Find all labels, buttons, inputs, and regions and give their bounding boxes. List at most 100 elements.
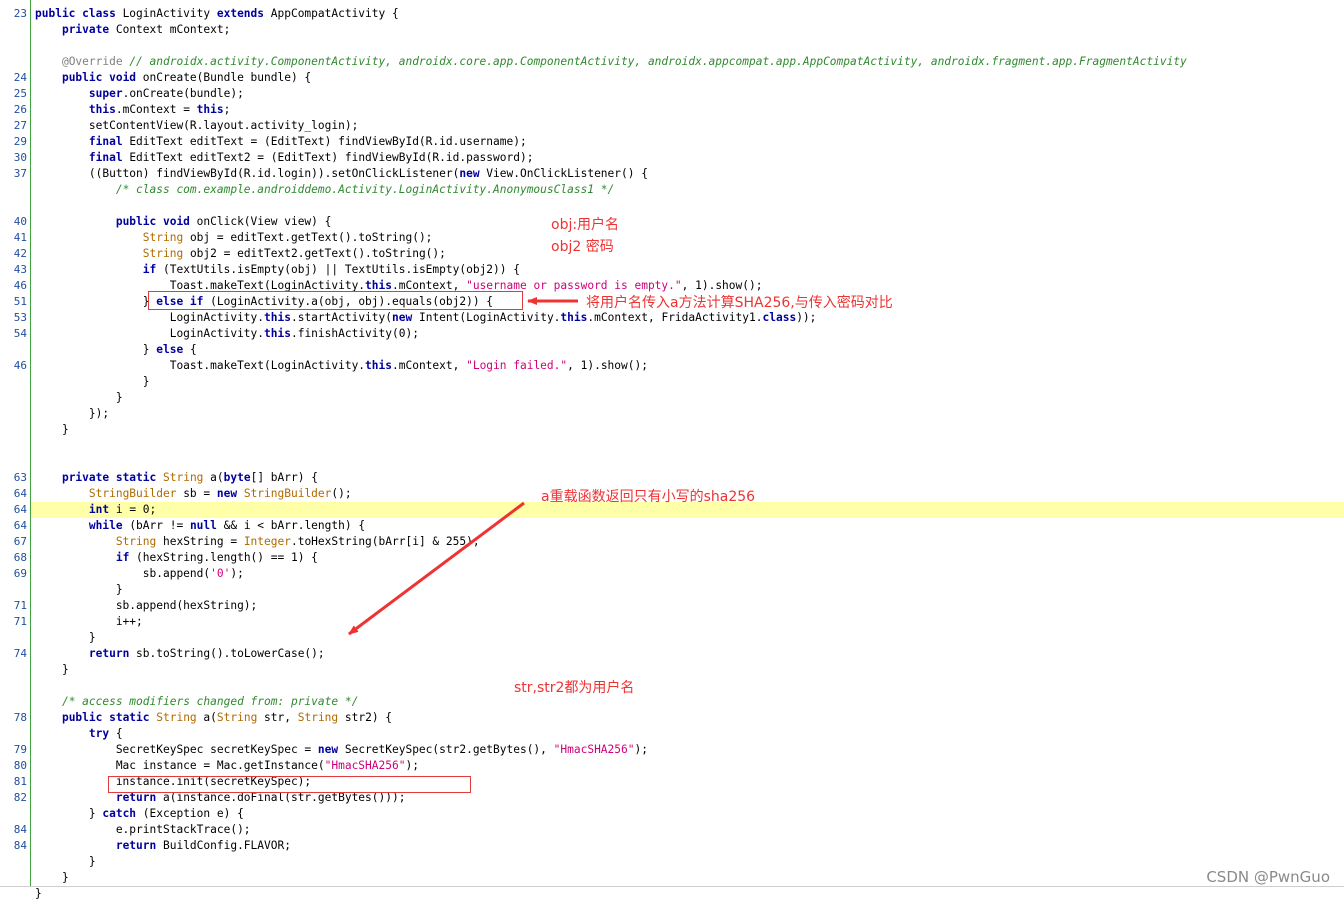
line-number: 25 bbox=[13, 87, 27, 100]
code-token: new bbox=[392, 311, 419, 324]
code-line[interactable]: } bbox=[31, 374, 1344, 390]
code-line[interactable]: 27 setContentView(R.layout.activity_logi… bbox=[14, 118, 1344, 134]
code-line[interactable]: 71 sb.append(hexString); bbox=[14, 598, 1344, 614]
code-line[interactable] bbox=[31, 438, 1344, 454]
code-token: str, bbox=[264, 711, 298, 724]
line-number: 71 bbox=[13, 615, 27, 628]
code-area[interactable]: 23 public class LoginActivity extends App… bbox=[14, 6, 1344, 902]
code-token: onCreate(Bundle bundle) { bbox=[142, 71, 312, 84]
code-text: return BuildConfig.FLAVOR; bbox=[35, 838, 291, 854]
code-token: while bbox=[88, 519, 130, 532]
code-line[interactable]: /* class com.example.androiddemo.Activit… bbox=[31, 182, 1344, 198]
code-token: else bbox=[156, 343, 190, 356]
code-text: /* class com.example.androiddemo.Activit… bbox=[35, 182, 614, 198]
code-line[interactable]: } bbox=[31, 582, 1344, 598]
code-text: String obj2 = editText2.getText().toStri… bbox=[35, 246, 446, 262]
code-line[interactable]: @Override // androidx.activity.Component… bbox=[31, 54, 1344, 70]
code-line[interactable]: 53 LoginActivity.this.startActivity(new … bbox=[14, 310, 1344, 326]
code-line[interactable] bbox=[31, 678, 1344, 694]
code-token: .startActivity( bbox=[290, 311, 393, 324]
code-line[interactable]: 29 final EditText editText = (EditText) … bbox=[14, 134, 1344, 150]
code-text: Mac instance = Mac.getInstance("HmacSHA2… bbox=[35, 758, 419, 774]
code-line[interactable]: 40 public void onClick(View view) { bbox=[14, 214, 1344, 230]
code-line[interactable]: 25 super.onCreate(bundle); bbox=[14, 86, 1344, 102]
line-number: 78 bbox=[13, 711, 27, 724]
code-token: sb = bbox=[183, 487, 217, 500]
code-line[interactable]: } bbox=[31, 870, 1344, 886]
code-line[interactable]: 79 SecretKeySpec secretKeySpec = new Sec… bbox=[14, 742, 1344, 758]
code-token: hexString = bbox=[162, 535, 244, 548]
code-line[interactable]: 30 final EditText editText2 = (EditText)… bbox=[14, 150, 1344, 166]
code-token: new bbox=[317, 743, 345, 756]
code-line[interactable]: } bbox=[31, 422, 1344, 438]
code-line[interactable]: } bbox=[31, 662, 1344, 678]
highlight-box-equals bbox=[148, 291, 523, 310]
code-line[interactable]: 71 i++; bbox=[14, 614, 1344, 630]
code-text: private Context mContext; bbox=[35, 22, 230, 38]
code-token: .onCreate(bundle); bbox=[122, 87, 244, 100]
code-line[interactable]: 69 sb.append('0'); bbox=[14, 566, 1344, 582]
code-line[interactable]: 74 return sb.toString().toLowerCase(); bbox=[14, 646, 1344, 662]
code-line[interactable]: 46 Toast.makeText(LoginActivity.this.mCo… bbox=[14, 358, 1344, 374]
line-number: 71 bbox=[13, 599, 27, 612]
code-editor[interactable]: 23 public class LoginActivity extends App… bbox=[0, 0, 1344, 900]
code-text: this.mContext = this; bbox=[35, 102, 230, 118]
code-line[interactable]: } catch (Exception e) { bbox=[31, 806, 1344, 822]
line-number: 84 bbox=[13, 823, 27, 836]
code-line[interactable]: 41 String obj = editText.getText().toStr… bbox=[14, 230, 1344, 246]
code-token: LoginActivity. bbox=[35, 311, 265, 324]
code-line[interactable]: }); bbox=[31, 406, 1344, 422]
code-token: } bbox=[35, 663, 69, 676]
code-text: } bbox=[35, 422, 69, 438]
code-token: sb.toString().toLowerCase(); bbox=[136, 647, 325, 660]
code-token: [] bArr) { bbox=[250, 471, 318, 484]
code-line[interactable]: } bbox=[31, 390, 1344, 406]
code-line[interactable]: 43 if (TextUtils.isEmpty(obj) || TextUti… bbox=[14, 262, 1344, 278]
code-line[interactable]: 24 public void onCreate(Bundle bundle) { bbox=[14, 70, 1344, 86]
code-line[interactable]: 63 private static String a(byte[] bArr) … bbox=[14, 470, 1344, 486]
line-number: 84 bbox=[13, 839, 27, 852]
code-line[interactable]: 68 if (hexString.length() == 1) { bbox=[14, 550, 1344, 566]
code-token: setContentView(R.layout.activity_login); bbox=[35, 119, 359, 132]
code-line[interactable]: } else { bbox=[31, 342, 1344, 358]
code-token: sb.append( bbox=[35, 567, 211, 580]
code-line[interactable]: 42 String obj2 = editText2.getText().toS… bbox=[14, 246, 1344, 262]
code-line[interactable]: 64 while (bArr != null && i < bArr.lengt… bbox=[14, 518, 1344, 534]
code-token: Integer bbox=[243, 535, 291, 548]
line-number: 79 bbox=[13, 743, 27, 756]
code-line[interactable]: } bbox=[31, 854, 1344, 870]
code-token: ); bbox=[405, 759, 419, 772]
code-token: } bbox=[35, 391, 123, 404]
code-line[interactable]: private Context mContext; bbox=[31, 22, 1344, 38]
code-token: EditText editText = (EditText) findViewB… bbox=[129, 135, 527, 148]
line-number: 69 bbox=[13, 567, 27, 580]
code-line[interactable]: 78 public static String a(String str, St… bbox=[14, 710, 1344, 726]
line-number: 54 bbox=[13, 327, 27, 340]
line-number: 64 bbox=[13, 487, 27, 500]
line-number: 64 bbox=[13, 503, 27, 516]
code-line[interactable]: 84 return BuildConfig.FLAVOR; bbox=[14, 838, 1344, 854]
code-token: str2) { bbox=[344, 711, 393, 724]
code-token: class bbox=[762, 311, 797, 324]
code-line[interactable] bbox=[31, 454, 1344, 470]
code-line[interactable]: } bbox=[31, 886, 1344, 902]
line-number: 63 bbox=[13, 471, 27, 484]
code-line[interactable] bbox=[31, 198, 1344, 214]
code-line[interactable]: 67 String hexString = Integer.toHexStrin… bbox=[14, 534, 1344, 550]
code-line[interactable]: /* access modifiers changed from: privat… bbox=[31, 694, 1344, 710]
code-text: } bbox=[35, 886, 42, 902]
code-line[interactable]: 80 Mac instance = Mac.getInstance("HmacS… bbox=[14, 758, 1344, 774]
code-line[interactable]: try { bbox=[31, 726, 1344, 742]
code-line[interactable]: } bbox=[31, 630, 1344, 646]
code-line[interactable]: 26 this.mContext = this; bbox=[14, 102, 1344, 118]
code-line[interactable]: 54 LoginActivity.this.finishActivity(0); bbox=[14, 326, 1344, 342]
code-line[interactable]: 23 public class LoginActivity extends App… bbox=[14, 6, 1344, 22]
code-line[interactable] bbox=[31, 38, 1344, 54]
code-line[interactable]: 84 e.printStackTrace(); bbox=[14, 822, 1344, 838]
code-token: new bbox=[459, 167, 487, 180]
code-text: if (hexString.length() == 1) { bbox=[35, 550, 318, 566]
code-text: } catch (Exception e) { bbox=[35, 806, 244, 822]
code-line[interactable]: 37 ((Button) findViewById(R.id.login)).s… bbox=[14, 166, 1344, 182]
